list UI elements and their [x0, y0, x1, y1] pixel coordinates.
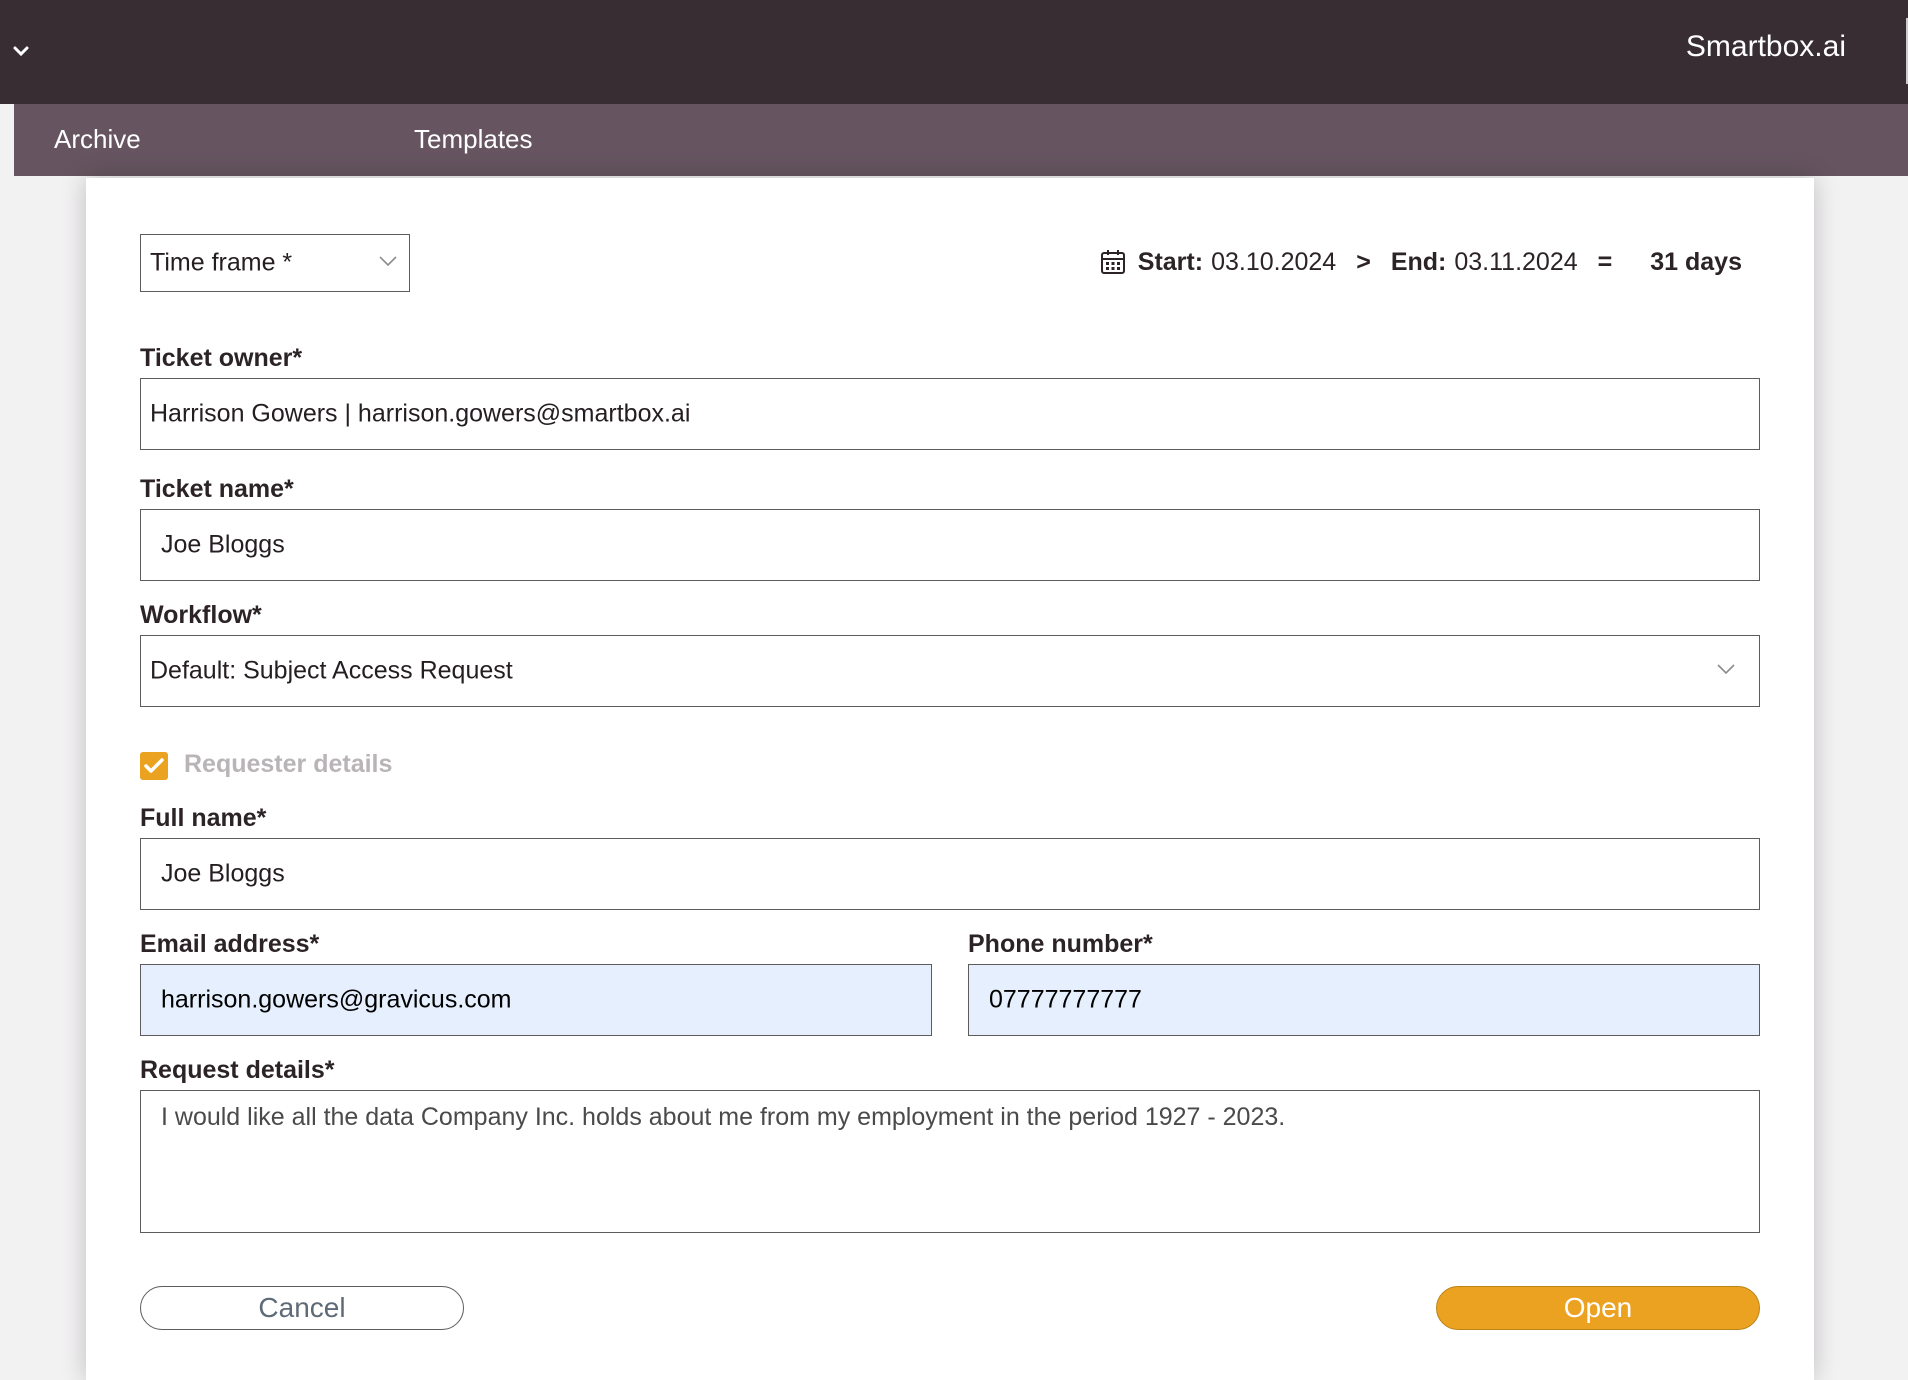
date-range: Start: 03.10.2024 > End: 03.11.2024 = 31…	[1100, 244, 1742, 280]
range-arrow: >	[1356, 247, 1371, 276]
open-button[interactable]: Open	[1436, 1286, 1760, 1330]
end-label: End:	[1390, 247, 1447, 276]
ticket-owner-field[interactable]: Harrison Gowers | harrison.gowers@smartb…	[140, 378, 1760, 450]
workflow-label: Workflow*	[140, 601, 262, 629]
full-name-label: Full name*	[140, 804, 267, 832]
chevron-down-icon	[1717, 662, 1735, 680]
requester-details-label: Requester details	[184, 750, 393, 778]
start-label: Start:	[1137, 247, 1204, 276]
requester-details-checkbox[interactable]	[140, 752, 168, 780]
checkmark-icon	[144, 758, 164, 773]
equals-sign: =	[1597, 247, 1613, 276]
full-name-field[interactable]: Joe Bloggs	[140, 838, 1760, 910]
cancel-button[interactable]: Cancel	[140, 1286, 464, 1330]
chevron-down-icon[interactable]	[8, 38, 34, 64]
tab-templates[interactable]: Templates	[414, 124, 533, 155]
request-details-textarea[interactable]: I would like all the data Company Inc. h…	[140, 1090, 1760, 1233]
brand-name: Smartbox.ai	[1685, 30, 1846, 63]
ticket-owner-label: Ticket owner*	[140, 344, 303, 372]
ticket-name-label: Ticket name*	[140, 475, 294, 503]
top-bar: Smartbox.ai	[0, 0, 1908, 104]
request-details-value: I would like all the data Company Inc. h…	[161, 1103, 1286, 1131]
time-frame-select[interactable]: Time frame *	[140, 234, 410, 292]
duration-days: 31 days	[1650, 247, 1742, 276]
email-value: harrison.gowers@gravicus.com	[161, 985, 512, 1014]
request-details-label: Request details*	[140, 1056, 335, 1084]
nav-bar: Archive Templates	[14, 104, 1908, 176]
phone-field[interactable]: 07777777777	[968, 964, 1760, 1036]
start-date[interactable]: 03.10.2024	[1211, 248, 1336, 277]
ticket-name-field[interactable]: Joe Bloggs	[140, 509, 1760, 581]
calendar-icon[interactable]	[1100, 249, 1126, 275]
time-frame-value: Time frame *	[150, 248, 293, 277]
end-date[interactable]: 03.11.2024	[1454, 248, 1577, 277]
email-field[interactable]: harrison.gowers@gravicus.com	[140, 964, 932, 1036]
tab-archive[interactable]: Archive	[54, 124, 141, 155]
workflow-value: Default: Subject Access Request	[150, 656, 513, 685]
email-label: Email address*	[140, 930, 320, 958]
ticket-name-value: Joe Bloggs	[161, 530, 285, 559]
full-name-value: Joe Bloggs	[161, 859, 285, 888]
phone-value: 07777777777	[989, 985, 1142, 1014]
phone-label: Phone number*	[968, 930, 1153, 958]
workflow-select[interactable]: Default: Subject Access Request	[140, 635, 1760, 707]
new-ticket-form: Time frame * Start: 03.10.2024 > End: 03…	[86, 178, 1814, 1380]
ticket-owner-value: Harrison Gowers | harrison.gowers@smartb…	[150, 399, 691, 428]
chevron-down-icon	[379, 254, 397, 272]
